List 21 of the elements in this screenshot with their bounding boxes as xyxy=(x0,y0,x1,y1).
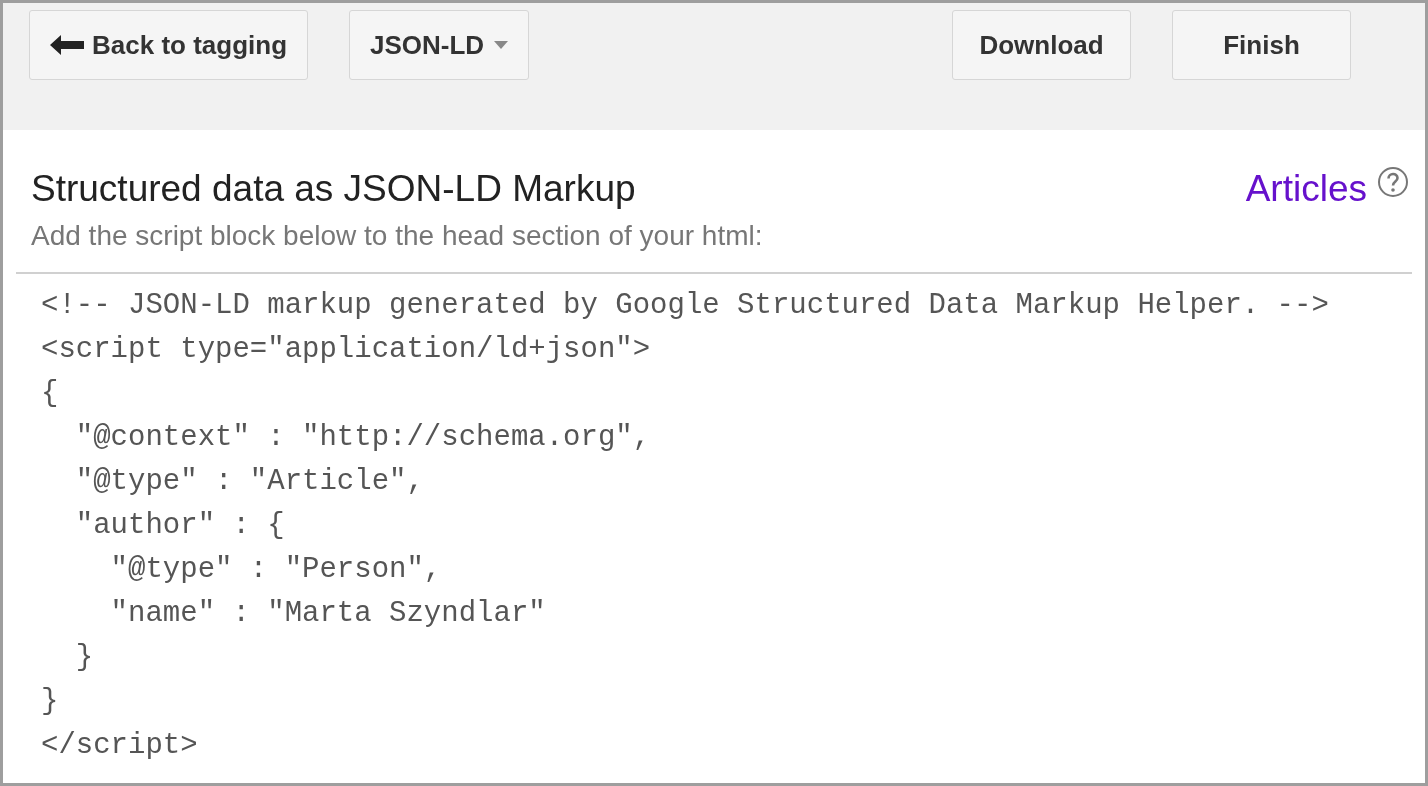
code-line: "author" : { xyxy=(74,508,286,544)
code-line: { xyxy=(41,376,60,412)
toolbar-button[interactable]: Finish xyxy=(1172,10,1351,80)
articles-link[interactable]: Articles xyxy=(1245,162,1367,216)
left-arrow-icon xyxy=(50,34,84,56)
help-icon[interactable] xyxy=(1377,166,1409,198)
format-dropdown[interactable]: JSON-LD xyxy=(349,10,530,80)
panel-title: Structured data as JSON-LD Markup xyxy=(31,167,637,211)
caret-icon xyxy=(494,41,509,49)
code-line: <!-- JSON-LD markup generated by Google Structured Data Markup Helper. --> xyxy=(41,288,1330,324)
code-line: "@type" : "Person", xyxy=(109,552,443,588)
code-line: } xyxy=(41,684,60,720)
code-line: "@context" : "http://schema.org", xyxy=(74,420,652,456)
code-line: "name" : "Marta Szyndlar" xyxy=(109,596,547,632)
back-button[interactable]: Back to tagging xyxy=(29,10,308,80)
code-line: </script> xyxy=(41,728,199,764)
code-line: "@type" : "Article", xyxy=(74,464,425,500)
toolbar-button[interactable]: Download xyxy=(952,10,1131,80)
instruction-text: Add the script block below to the head section of your html: xyxy=(31,219,764,253)
code-line: <script type="application/ld+json"> xyxy=(41,332,652,368)
code-line: } xyxy=(74,640,95,676)
